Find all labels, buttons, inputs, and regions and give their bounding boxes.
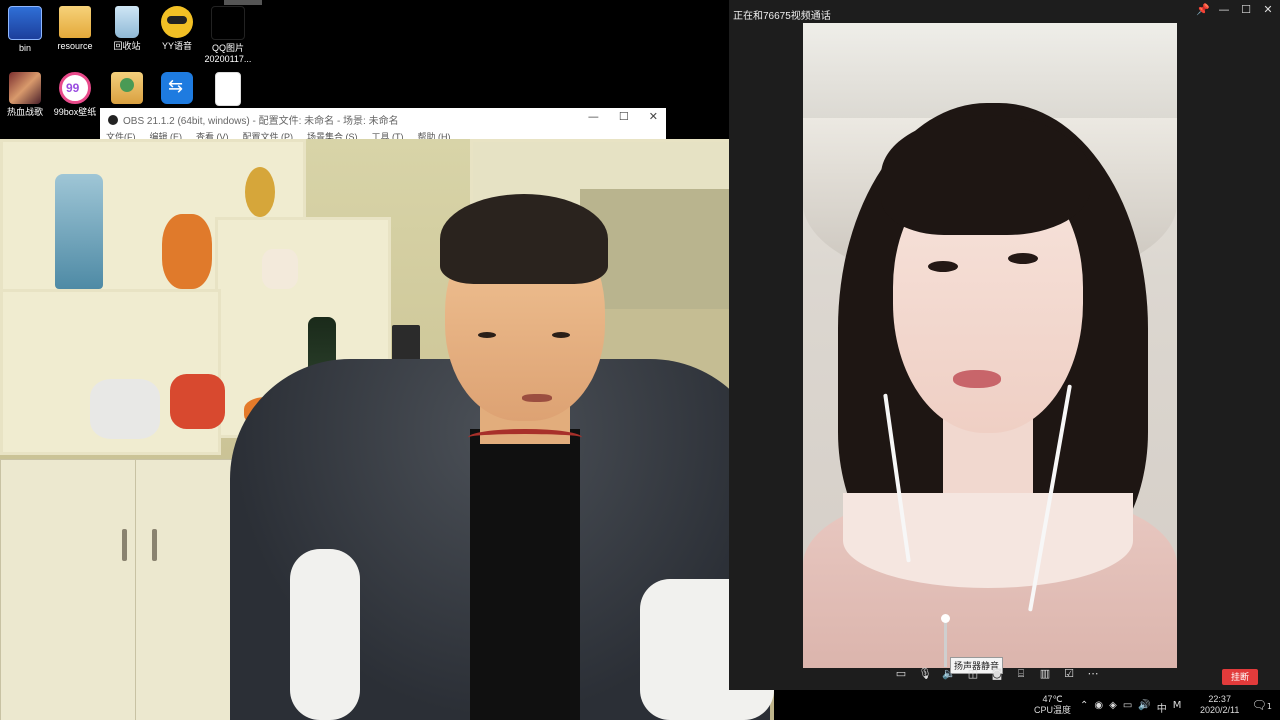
clock-time: 22:37 — [1208, 694, 1231, 704]
app-tray-icon[interactable]: ◈ — [1109, 700, 1117, 715]
obs-title-bar: OBS 21.1.2 (64bit, windows) - 配置文件: 未命名 … — [108, 112, 399, 127]
volume-icon[interactable]: 🔊 — [1138, 700, 1150, 715]
desktop-icon-qq-image[interactable]: QQ图片 20200117... — [200, 6, 256, 65]
obs-logo-icon — [108, 115, 118, 125]
call-title: 正在和76675视频通话 — [733, 11, 831, 22]
user-folder-icon — [111, 72, 143, 104]
hangup-button[interactable]: 挂断 — [1222, 669, 1258, 685]
volume-slider-track[interactable] — [944, 617, 947, 667]
webcam-feed — [0, 139, 774, 720]
99box-icon — [59, 72, 91, 104]
ime-mode-icon[interactable]: M — [1173, 700, 1182, 715]
tray-clock[interactable]: 22:37 2020/2/11 — [1200, 694, 1239, 716]
water-bottle — [55, 174, 103, 289]
remote-video-feed — [803, 23, 1177, 668]
minimize-icon[interactable]: — — [1218, 3, 1230, 16]
coat-white-patch — [290, 549, 360, 720]
desktop-icon-label: YY语音 — [161, 41, 192, 51]
cabinet-handle — [122, 529, 127, 561]
call-window-controls: 📌 — ☐ ✕ — [1196, 3, 1274, 16]
trophy — [245, 167, 275, 217]
game-icon — [9, 72, 41, 104]
caller-eye — [928, 261, 958, 272]
chevron-up-icon[interactable]: ⌃ — [1080, 700, 1088, 715]
pin-icon[interactable]: 📌 — [1196, 3, 1210, 16]
figurine — [170, 374, 225, 429]
video-call-window[interactable]: 正在和76675视频通话 📌 — ☐ ✕ 扬声器静音 ▭ 🎙 🔈 ◫ ◙ ⌸ ▥… — [729, 0, 1280, 690]
volume-slider-handle[interactable] — [941, 614, 950, 623]
teamviewer-icon — [161, 72, 193, 104]
folder-icon — [59, 6, 91, 38]
caller-lips — [953, 370, 1001, 388]
desktop-icon-label: 热血战歌 — [6, 107, 43, 117]
record-icon[interactable]: ⌸ — [1014, 668, 1028, 680]
desktop-icon-label: 回收站 — [113, 41, 141, 51]
streamer-mouth — [522, 394, 552, 402]
desktop-icon-game[interactable]: 热血战歌 — [0, 72, 53, 118]
cpu-temp-label: CPU温度 — [1034, 705, 1072, 715]
desktop-icon-99box[interactable]: 99box壁纸 — [47, 72, 103, 118]
system-tray: 47℃ CPU温度 ⌃ ◉ ◈ ▭ 🔊 中 M 22:37 2020/2/11 … — [1030, 690, 1280, 720]
obs-window[interactable]: OBS 21.1.2 (64bit, windows) - 配置文件: 未命名 … — [100, 108, 666, 142]
desktop-icon-label: resource — [57, 41, 93, 51]
streamer-eye — [478, 332, 496, 338]
tray-icons: ⌃ ◉ ◈ ▭ 🔊 中 M — [1080, 700, 1181, 715]
desktop-icon-user-folder[interactable] — [99, 72, 155, 107]
maximize-icon[interactable]: ☐ — [1240, 3, 1252, 16]
ime-indicator[interactable]: 中 — [1157, 700, 1167, 715]
desktop-icon-bin[interactable]: bin — [0, 6, 53, 54]
close-icon[interactable]: ✕ — [1262, 3, 1274, 16]
call-toolbar: ▭ 🎙 🔈 ◫ ◙ ⌸ ▥ ☑ ⋯ — [894, 668, 1100, 680]
obs-title: OBS 21.1.2 (64bit, windows) - 配置文件: 未命名 … — [123, 116, 399, 127]
maximize-icon[interactable]: ☐ — [619, 110, 629, 123]
desktop-icon-label: QQ图片 20200117... — [204, 43, 252, 64]
edit-icon[interactable]: ☑ — [1062, 668, 1076, 680]
desktop-icon-recycle-bin[interactable]: 回收站 — [99, 6, 155, 52]
close-icon[interactable]: ✕ — [649, 110, 658, 123]
desktop-icon-resource[interactable]: resource — [47, 6, 103, 52]
minimize-icon[interactable]: — — [588, 110, 599, 123]
speaker-icon[interactable]: 🔈 — [942, 668, 956, 680]
chat-icon[interactable]: ▭ — [894, 668, 908, 680]
obs-window-controls: — ☐ ✕ — [588, 110, 658, 123]
caller-collar — [843, 493, 1133, 588]
figurine — [262, 249, 298, 289]
desktop-icon-label: bin — [18, 43, 31, 53]
desktop-icon-teamviewer[interactable] — [149, 72, 205, 107]
layout-icon[interactable]: ▥ — [1038, 668, 1052, 680]
security-icon[interactable]: ◉ — [1094, 700, 1103, 715]
desktop-icon-label: 99box壁纸 — [53, 107, 97, 117]
microphone-icon[interactable]: 🎙 — [918, 668, 932, 680]
figurine — [162, 214, 212, 289]
bin-icon — [8, 6, 42, 40]
streamer-shirt — [470, 429, 580, 720]
battery-icon[interactable]: ▭ — [1123, 700, 1132, 715]
screen-icon[interactable]: ◫ — [966, 668, 980, 680]
desktop-icon-document[interactable] — [200, 72, 256, 109]
camera-icon[interactable]: ◙ — [990, 668, 1004, 680]
streamer-collar — [468, 429, 582, 446]
desktop-icon-yy-voice[interactable]: YY语音 — [149, 6, 205, 52]
caller-bangs — [881, 115, 1091, 235]
taskbar-top-marker — [224, 0, 262, 5]
yy-voice-icon — [161, 6, 193, 38]
cabinet-handle — [152, 529, 157, 561]
cpu-temp-value: 47℃ — [1042, 694, 1063, 704]
cpu-temperature[interactable]: 47℃ CPU温度 — [1034, 694, 1071, 716]
recycle-bin-icon — [115, 6, 139, 38]
streamer-hair — [440, 194, 608, 284]
clock-date: 2020/2/11 — [1200, 705, 1240, 715]
plastic-bag — [90, 379, 160, 439]
more-icon[interactable]: ⋯ — [1086, 668, 1100, 680]
notification-count: 1 — [1266, 702, 1272, 711]
streamer-eye — [552, 332, 570, 338]
document-icon — [215, 72, 241, 106]
image-file-icon — [211, 6, 245, 40]
notification-center-icon[interactable]: 🗨1 — [1252, 698, 1272, 712]
caller-eye — [1008, 253, 1038, 264]
cabinet-door — [0, 459, 142, 720]
